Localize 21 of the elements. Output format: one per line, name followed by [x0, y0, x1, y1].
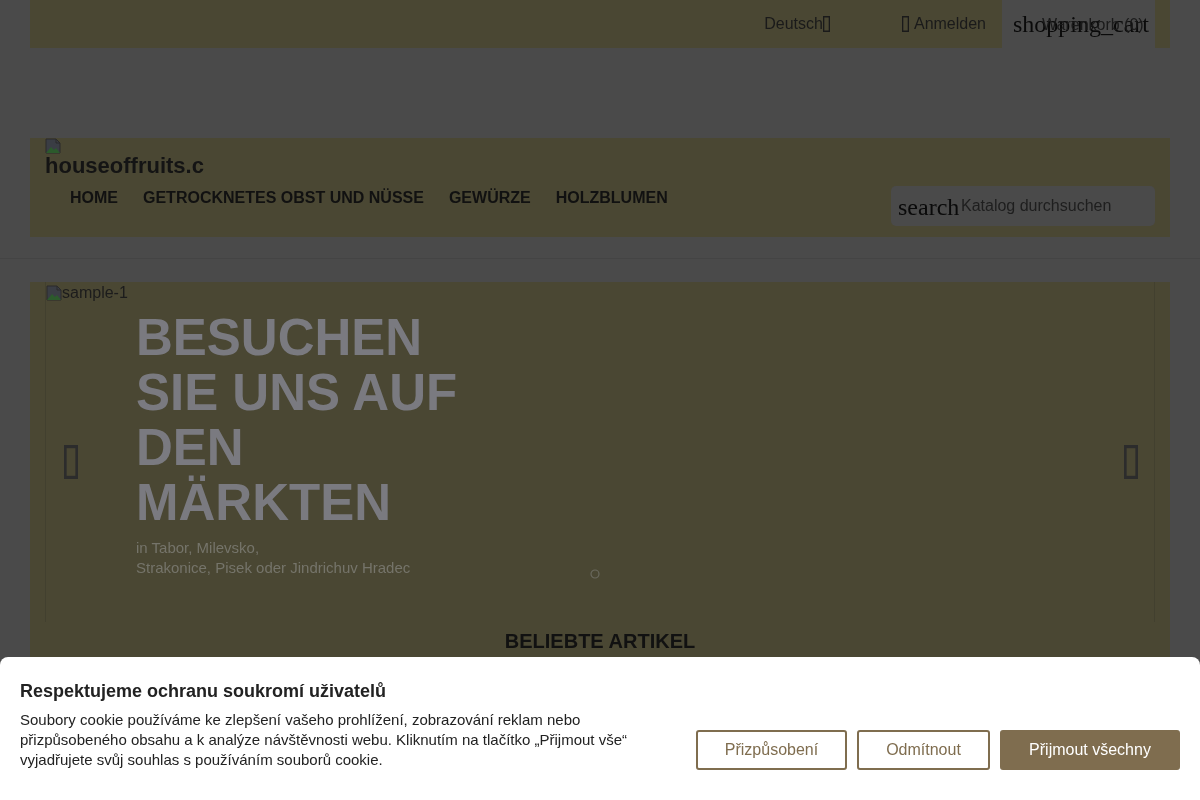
missing-glyph-icon: [64, 445, 78, 479]
nav-link[interactable]: HOME: [70, 186, 118, 210]
banner-heading: BESUCHEN SIE UNS AUF DEN MÄRKTEN: [136, 310, 459, 530]
nav-link[interactable]: GETROCKNETES OBST UND NÜSSE: [143, 186, 424, 210]
cookie-button[interactable]: Odmítnout: [857, 730, 990, 770]
missing-glyph-icon: [822, 16, 830, 32]
icon-ligature-text: search: [898, 194, 960, 220]
cookie-title: Respektujeme ochranu soukromí uživatelů: [20, 680, 388, 702]
cookie-button[interactable]: Přijmout všechny: [1000, 730, 1180, 770]
next-slide-button[interactable]: [1124, 445, 1138, 479]
carousel-dot-icon[interactable]: [590, 569, 600, 579]
previous-slide-button[interactable]: [64, 445, 78, 479]
nav-link[interactable]: GEWÜRZE: [448, 186, 531, 210]
nav-link[interactable]: HOLZBLUMEN: [555, 186, 668, 210]
broken-image-icon: [45, 138, 61, 154]
cookie-text: Soubory cookie používáme ke zlepšení vašeho prohlížení, zobrazování reklam nebo přizpůsobeného obsahu a k analýze návštěvnosti webu. Kliknutím na tlačítko „Přijmout vše“ vyjadřujete svůj souhlas s používáním souborů cookie.: [20, 710, 628, 770]
missing-glyph-icon: [901, 16, 909, 32]
broken-image-icon: [46, 285, 62, 301]
cookie-button[interactable]: Přizpůsobení: [696, 730, 847, 770]
missing-glyph-icon: [1124, 445, 1138, 479]
section-heading: BELIEBTE ARTIKEL: [503, 630, 697, 652]
